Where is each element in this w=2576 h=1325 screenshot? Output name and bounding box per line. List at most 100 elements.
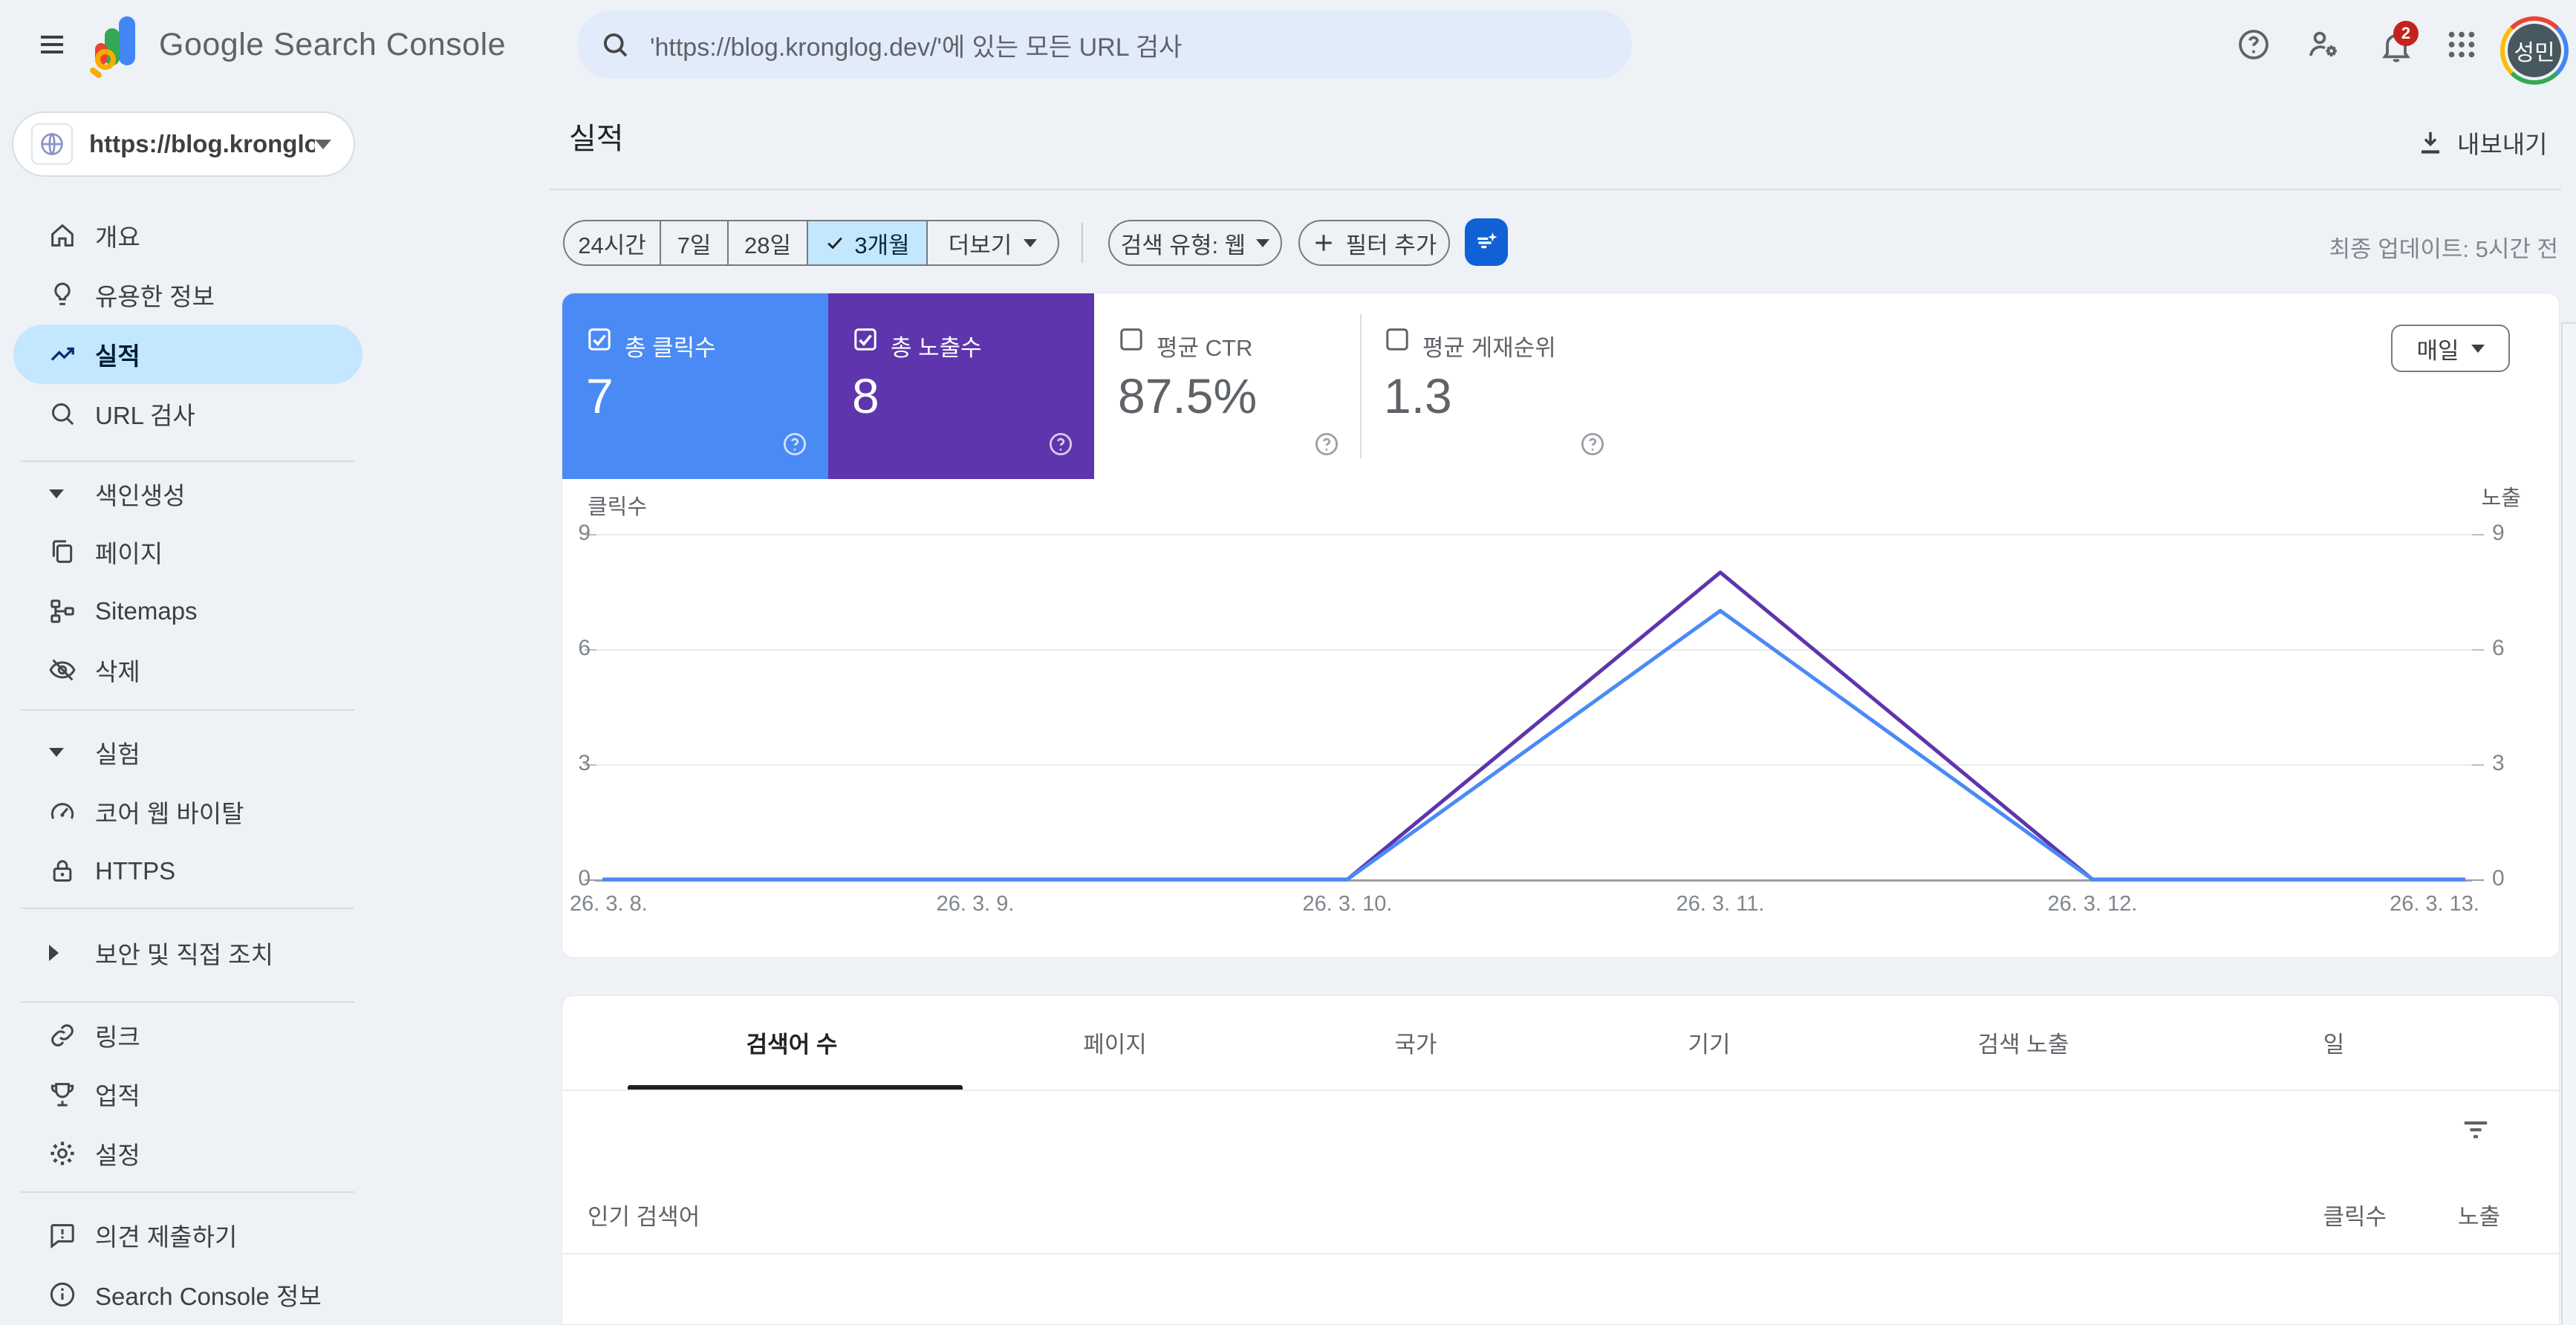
date-range-28d[interactable]: 28일 [729,221,808,264]
tab-pages[interactable]: 페이지 [1083,1023,1147,1067]
sidebar-item-links[interactable]: 링크 [0,1006,371,1065]
y-axis-tick-label: 0 [2492,866,2505,891]
chevron-right-icon [49,945,59,961]
tab-dates[interactable]: 일 [2323,1023,2345,1067]
checkbox-unchecked-icon[interactable] [1384,326,1411,353]
menu-icon[interactable] [33,27,71,62]
help-icon[interactable] [1047,430,1075,458]
search-type-filter-chip[interactable]: 검색 유형: 웹 [1108,220,1282,266]
checkbox-checked-icon[interactable] [586,326,613,353]
dimensions-table-card: 검색어 수 페이지 국가 기기 검색 노출 일 인기 검색어 클릭수 노출 [562,995,2560,1325]
metric-average-ctr[interactable]: 평균 CTR 87.5% [1094,293,1360,479]
feedback-icon [48,1220,77,1250]
checkbox-checked-icon[interactable] [852,326,879,353]
sidebar-section-security[interactable]: 보안 및 직접 조치 [0,923,371,983]
user-settings-icon[interactable] [2304,25,2343,64]
metric-total-impressions[interactable]: 총 노출수 8 [828,293,1094,479]
tab-search-appearance[interactable]: 검색 노출 [1978,1023,2069,1067]
smart-filter-button[interactable] [1465,218,1508,266]
y-axis-tick-label: 9 [2492,521,2505,545]
add-filter-chip[interactable]: 필터 추가 [1298,220,1450,266]
sidebar-item-feedback[interactable]: 의견 제출하기 [0,1205,371,1265]
sidebar-item-settings[interactable]: 설정 [0,1124,371,1183]
chevron-down-icon [1024,238,1038,247]
tab-countries[interactable]: 국가 [1394,1023,1437,1067]
property-url: https://blog.kronglog.d... [89,130,315,157]
granularity-dropdown[interactable]: 매일 [2391,325,2510,372]
trending-up-icon [48,339,77,369]
trophy-icon [48,1079,77,1109]
sidebar-item-https[interactable]: HTTPS [0,841,371,901]
search-icon [48,399,77,429]
sitemap-icon [48,596,77,626]
help-icon[interactable] [1313,430,1341,458]
table-header-query[interactable]: 인기 검색어 [588,1198,700,1231]
x-axis-tick-label: 26. 3. 13. [2390,892,2479,916]
chevron-down-icon [1256,238,1270,247]
help-icon[interactable] [2234,25,2273,64]
info-icon [48,1280,77,1309]
date-range-7d[interactable]: 7일 [661,221,729,264]
help-icon[interactable] [1578,430,1607,458]
app-title: Google Search Console [159,26,507,62]
chevron-down-icon [2471,344,2485,353]
sidebar-item-achievements[interactable]: 업적 [0,1064,371,1124]
gear-icon [48,1139,77,1168]
sidebar-item-overview[interactable]: 개요 [0,206,371,265]
chevron-down-icon [315,139,331,149]
table-header-clicks[interactable]: 클릭수 [2238,1198,2387,1231]
sidebar-section-indexing[interactable]: 색인생성 [0,464,371,524]
lightbulb-icon [48,280,77,310]
table-filter-icon[interactable] [2455,1109,2497,1150]
y-axis-tick-label: 0 [578,866,591,891]
tab-devices[interactable]: 기기 [1688,1023,1730,1067]
impressions-line [602,570,2465,882]
x-axis-tick-label: 26. 3. 10. [1302,892,1393,916]
metric-average-position[interactable]: 평균 게재순위 1.3 [1360,293,1626,479]
table-header-impressions[interactable]: 노출 [2389,1198,2500,1231]
divider [21,908,354,909]
sidebar-item-insights[interactable]: 유용한 정보 [0,265,371,325]
divider [562,1253,2559,1254]
notification-count-badge: 2 [2393,21,2419,46]
avatar[interactable]: 성민 [2500,16,2569,85]
tab-queries[interactable]: 검색어 수 [747,1023,838,1067]
y-axis-tick-label: 6 [2492,636,2505,660]
pages-icon [48,537,77,567]
sidebar-item-pages[interactable]: 페이지 [0,522,371,582]
sidebar-item-url-inspection[interactable]: URL 검사 [0,384,371,443]
sidebar-item-core-web-vitals[interactable]: 코어 웹 바이탈 [0,782,371,841]
export-button[interactable]: 내보내기 [2416,122,2547,163]
help-icon[interactable] [781,430,809,458]
sidebar-item-performance[interactable]: 실적 [0,325,371,384]
page-title: 실적 [569,123,624,155]
filter-sparkle-icon [1477,232,1497,249]
divider [21,1001,354,1003]
link-icon [48,1020,77,1050]
date-range-3mo[interactable]: 3개월 [808,221,928,264]
right-axis-title: 노출 [2481,486,2521,510]
avatar-initials: 성민 [2508,24,2561,77]
sidebar-item-sitemaps[interactable]: Sitemaps [0,582,371,641]
sidebar-item-removals[interactable]: 삭제 [0,640,371,700]
download-icon [2421,131,2440,154]
x-axis-tick-label: 26. 3. 11. [1676,892,1765,916]
y-axis-tick-label: 3 [2492,751,2505,775]
property-selector[interactable]: https://blog.kronglog.d... [12,111,355,177]
search-query-text: 'https://blog.kronglog.dev/'에 있는 모든 URL … [650,33,1183,62]
date-range-24h[interactable]: 24시간 [565,221,661,264]
x-axis-tick-label: 26. 3. 12. [2047,892,2138,916]
date-range-more[interactable]: 더보기 [928,221,1058,264]
plus-icon [1315,235,1332,251]
y-axis-tick-label: 9 [578,521,591,545]
checkbox-unchecked-icon[interactable] [1118,326,1145,353]
sidebar-section-experience[interactable]: 실험 [0,723,371,782]
sidebar-item-about[interactable]: Search Console 정보 [0,1265,371,1324]
chevron-down-icon [49,489,64,498]
performance-line-chart[interactable] [595,516,2474,888]
divider [562,1090,2559,1091]
url-inspection-search-bar[interactable]: 'https://blog.kronglog.dev/'에 있는 모든 URL … [577,10,1632,79]
google-apps-grid-icon[interactable] [2442,25,2481,64]
metric-total-clicks[interactable]: 총 클릭수 7 [562,293,828,479]
vertical-scrollbar[interactable] [2561,322,2576,1325]
